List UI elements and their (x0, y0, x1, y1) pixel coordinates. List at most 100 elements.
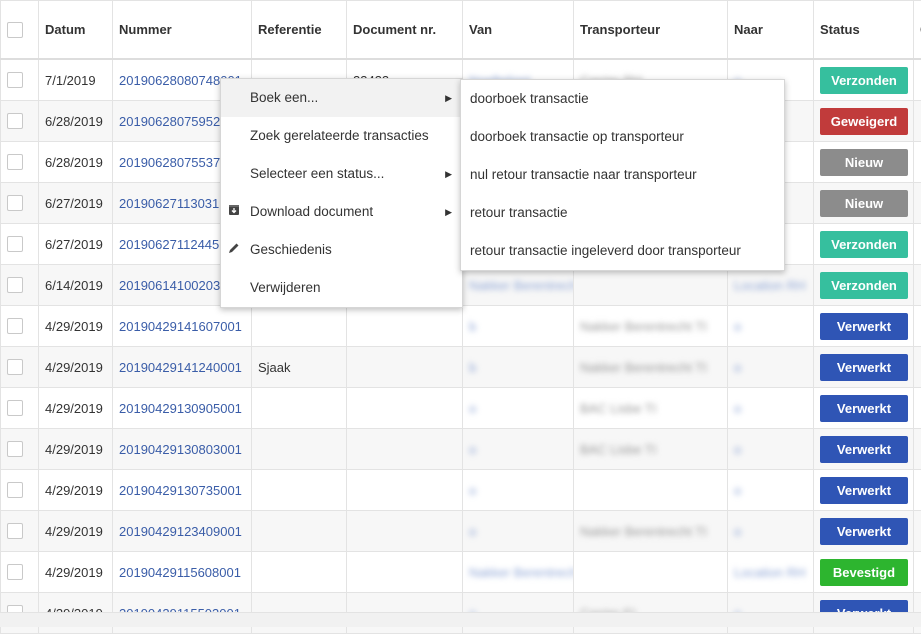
row-select-cell[interactable] (1, 59, 39, 101)
naar-cell[interactable]: Location RH (734, 278, 806, 293)
row-checkbox[interactable] (7, 72, 23, 88)
column-header-document[interactable]: Document nr. (347, 1, 463, 60)
naar-cell[interactable]: o (734, 524, 741, 539)
status-badge[interactable]: Verwerkt (820, 477, 908, 504)
nummer-link[interactable]: 20190429130803001 (119, 442, 242, 457)
status-badge[interactable]: Verwerkt (820, 313, 908, 340)
nummer-link[interactable]: 20190429141607001 (119, 319, 242, 334)
naar-cell[interactable]: o (734, 319, 741, 334)
status-badge[interactable]: Bevestigd (820, 559, 908, 586)
column-header-van[interactable]: Van (463, 1, 574, 60)
row-checkbox[interactable] (7, 195, 23, 211)
row-checkbox[interactable] (7, 277, 23, 293)
naar-cell[interactable]: o (734, 360, 741, 375)
submenu-item[interactable]: doorboek transactie op transporteur (461, 118, 784, 156)
van-cell[interactable]: o (463, 429, 574, 470)
context-menu-item[interactable]: Selecteer een status...▶ (221, 155, 462, 193)
submenu-item[interactable]: doorboek transactie (461, 80, 784, 118)
row-select-cell[interactable] (1, 101, 39, 142)
submenu-item[interactable]: retour transactie (461, 194, 784, 232)
column-header-referentie[interactable]: Referentie (252, 1, 347, 60)
status-badge[interactable]: Geweigerd (820, 108, 908, 135)
context-menu-item[interactable]: Boek een...▶ (221, 79, 462, 117)
nummer-cell[interactable]: 20190429130905001 (113, 388, 252, 429)
table-row[interactable]: 4/29/201920190429123409001oNakker Berent… (1, 511, 921, 552)
column-header-nummer[interactable]: Nummer (113, 1, 252, 60)
van-cell[interactable]: b (469, 319, 476, 334)
horizontal-scrollbar[interactable] (0, 612, 921, 627)
select-all-cell[interactable] (1, 1, 39, 60)
row-select-cell[interactable] (1, 470, 39, 511)
naar-cell[interactable]: o (734, 401, 741, 416)
nummer-link[interactable]: 20190429130735001 (119, 483, 242, 498)
van-cell[interactable]: b (463, 306, 574, 347)
row-checkbox[interactable] (7, 441, 23, 457)
status-badge[interactable]: Verwerkt (820, 354, 908, 381)
status-badge[interactable]: Verwerkt (820, 518, 908, 545)
column-header-transporteur[interactable]: Transporteur (574, 1, 728, 60)
van-cell[interactable]: o (469, 483, 476, 498)
row-select-cell[interactable] (1, 306, 39, 347)
context-menu-item[interactable]: Zoek gerelateerde transacties (221, 117, 462, 155)
submenu-item[interactable]: retour transactie ingeleverd door transp… (461, 232, 784, 270)
table-row[interactable]: 4/29/201920190429130803001oBAC Lisbe TIo… (1, 429, 921, 470)
nummer-link[interactable]: 20190614100203 (119, 278, 220, 293)
row-checkbox[interactable] (7, 523, 23, 539)
naar-cell[interactable]: o (728, 347, 814, 388)
column-header-extra[interactable]: C (914, 1, 921, 60)
nummer-link[interactable]: 20190628075952 (119, 114, 220, 129)
nummer-cell[interactable]: 20190429130803001 (113, 429, 252, 470)
status-badge[interactable]: Verzonden (820, 67, 908, 94)
row-select-cell[interactable] (1, 552, 39, 593)
van-cell[interactable]: o (469, 442, 476, 457)
naar-cell[interactable]: o (728, 429, 814, 470)
naar-cell[interactable]: o (734, 483, 741, 498)
nummer-cell[interactable]: 20190429130735001 (113, 470, 252, 511)
van-cell[interactable]: b (469, 360, 476, 375)
nummer-cell[interactable]: 20190429123409001 (113, 511, 252, 552)
van-cell[interactable]: o (469, 524, 476, 539)
row-select-cell[interactable] (1, 511, 39, 552)
nummer-link[interactable]: 20190627113031 (119, 196, 219, 211)
row-select-cell[interactable] (1, 224, 39, 265)
context-menu-item[interactable]: Download document▶ (221, 193, 462, 231)
row-checkbox[interactable] (7, 318, 23, 334)
context-menu-item[interactable]: Verwijderen (221, 269, 462, 307)
van-cell[interactable]: b (463, 347, 574, 388)
row-checkbox[interactable] (7, 564, 23, 580)
row-select-cell[interactable] (1, 142, 39, 183)
naar-cell[interactable]: o (728, 511, 814, 552)
row-checkbox[interactable] (7, 359, 23, 375)
status-badge[interactable]: Nieuw (820, 190, 908, 217)
table-row[interactable]: 4/29/201920190429130905001oBAC Lisbe TIo… (1, 388, 921, 429)
status-badge[interactable]: Verwerkt (820, 395, 908, 422)
van-cell[interactable]: o (463, 470, 574, 511)
table-row[interactable]: 4/29/201920190429141240001SjaakbNakker B… (1, 347, 921, 388)
naar-cell[interactable]: o (734, 442, 741, 457)
nummer-link[interactable]: 20190429115608001 (119, 565, 241, 580)
nummer-link[interactable]: 20190429123409001 (119, 524, 242, 539)
van-cell[interactable]: o (469, 401, 476, 416)
row-select-cell[interactable] (1, 183, 39, 224)
nummer-link[interactable]: 20190627112445 (119, 237, 219, 252)
nummer-cell[interactable]: 20190429141607001 (113, 306, 252, 347)
column-header-naar[interactable]: Naar (728, 1, 814, 60)
van-cell[interactable]: Nakker Berentrecht (469, 278, 574, 293)
naar-cell[interactable]: o (728, 306, 814, 347)
row-checkbox[interactable] (7, 154, 23, 170)
status-badge[interactable]: Nieuw (820, 149, 908, 176)
select-all-checkbox[interactable] (7, 22, 23, 38)
van-cell[interactable]: Nakker Berentrecht (469, 565, 574, 580)
status-badge[interactable]: Verzonden (820, 231, 908, 258)
nummer-cell[interactable]: 20190429141240001 (113, 347, 252, 388)
context-menu-item[interactable]: Geschiedenis (221, 231, 462, 269)
nummer-link[interactable]: 20190628075537 (119, 155, 220, 170)
row-checkbox[interactable] (7, 113, 23, 129)
row-select-cell[interactable] (1, 347, 39, 388)
nummer-link[interactable]: 20190429141240001 (119, 360, 242, 375)
table-row[interactable]: 4/29/201920190429130735001ooVerwerkt (1, 470, 921, 511)
row-select-cell[interactable] (1, 265, 39, 306)
naar-cell[interactable]: o (728, 470, 814, 511)
van-cell[interactable]: Nakker Berentrecht (463, 552, 574, 593)
van-cell[interactable]: o (463, 511, 574, 552)
